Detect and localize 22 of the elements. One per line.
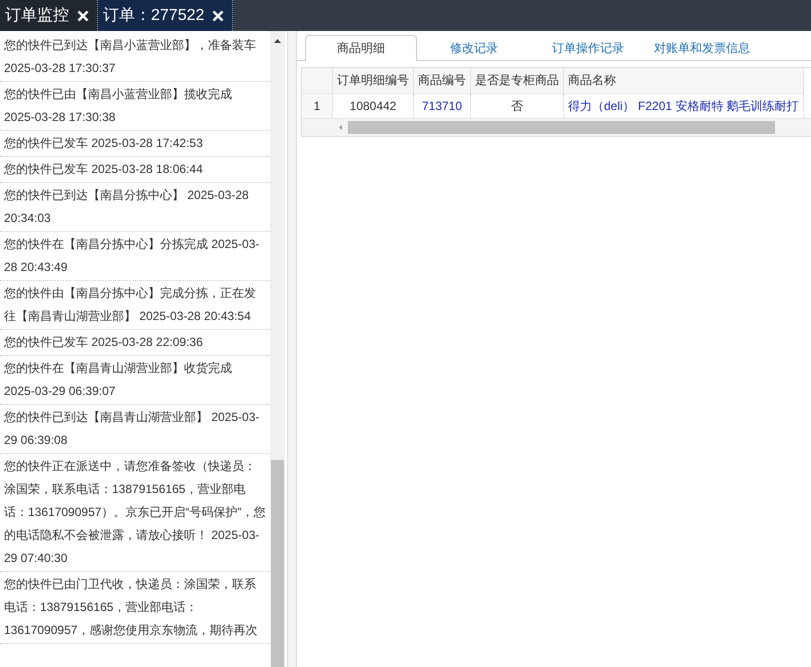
close-icon[interactable] [212, 10, 224, 22]
detail-tab[interactable]: 修改记录 [417, 35, 531, 61]
window-tab[interactable]: 订单：277522 [98, 0, 234, 31]
table-cell: 1080442 [332, 94, 414, 118]
table-cell: 否 [470, 94, 564, 118]
table-link[interactable]: 得力（deli） F2201 安格耐特 鹅毛训练耐打 [564, 94, 804, 118]
tab-label: 订单：277522 [103, 6, 204, 26]
detail-tab[interactable]: 对账单和发票信息 [645, 35, 759, 61]
detail-tab[interactable]: 订单操作记录 [531, 35, 645, 61]
detail-tab[interactable]: 商品明细 [305, 35, 417, 61]
row-number: 1 [302, 94, 332, 118]
splitter-bar[interactable] [288, 31, 297, 667]
column-header: 订单明细编号 [332, 68, 414, 94]
window-tab[interactable]: 订单监控 [0, 0, 98, 31]
column-header: 商品名称 [564, 68, 804, 94]
tab-label: 订单监控 [5, 6, 69, 26]
vertical-scrollbar[interactable] [270, 31, 285, 667]
column-header: 商品编号 [414, 68, 470, 94]
horizontal-scrollbar[interactable] [302, 118, 811, 136]
close-icon[interactable] [77, 10, 89, 22]
table-link[interactable]: 713710 [414, 94, 470, 118]
column-header: 是否是专柜商品 [470, 68, 564, 94]
